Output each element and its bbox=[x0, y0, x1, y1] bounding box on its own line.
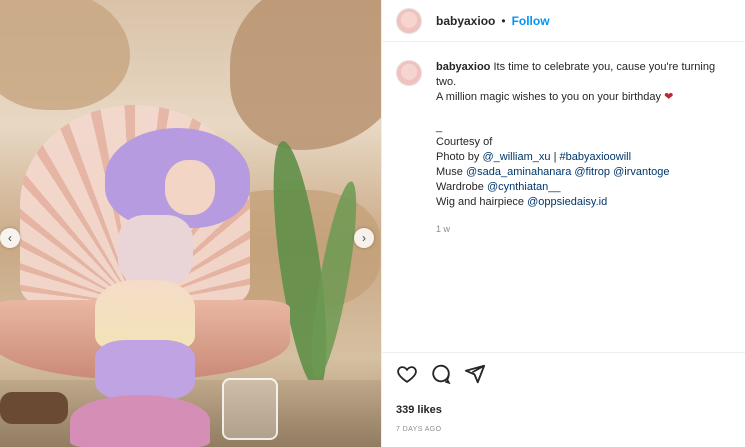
avatar[interactable] bbox=[396, 60, 422, 86]
heart-icon[interactable] bbox=[396, 363, 418, 390]
post-actions: 339 likes 7 DAYS AGO bbox=[382, 352, 745, 447]
caption-muse: Muse @sada_aminahanara @fitrop @irvantog… bbox=[436, 165, 731, 180]
mention-link[interactable]: @irvantoge bbox=[613, 166, 669, 178]
chevron-right-icon[interactable]: › bbox=[354, 228, 374, 248]
caption-line: A million magic wishes to you on your bi… bbox=[436, 91, 661, 103]
caption-courtesy: Courtesy of bbox=[436, 136, 493, 148]
caption-label: Muse bbox=[436, 166, 463, 178]
separator-dot: • bbox=[501, 13, 506, 28]
photo-backdrop-paper bbox=[0, 0, 130, 110]
caption-separator: | bbox=[553, 151, 557, 163]
caption-underscore: _ bbox=[436, 121, 443, 133]
heart-emoji-icon: ❤ bbox=[664, 91, 674, 103]
caption-label: Wardrobe bbox=[436, 181, 484, 193]
post-photo[interactable]: ‹ › bbox=[0, 0, 381, 447]
photo-log bbox=[0, 392, 68, 424]
mention-link[interactable]: @sada_aminahanara bbox=[466, 166, 571, 178]
mention-link[interactable]: @fitrop bbox=[574, 166, 610, 178]
action-icons bbox=[382, 353, 745, 390]
chevron-left-icon[interactable]: ‹ bbox=[0, 228, 20, 248]
mention-link[interactable]: @cynthiatan__ bbox=[487, 181, 561, 193]
hashtag-link[interactable]: #babyaxioowill bbox=[560, 151, 632, 163]
photo-mermaid-tail bbox=[95, 340, 195, 400]
share-icon[interactable] bbox=[464, 363, 486, 390]
photo-child-face bbox=[165, 160, 215, 215]
likes-count[interactable]: 339 likes bbox=[382, 390, 745, 416]
mention-link[interactable]: @_william_xu bbox=[482, 151, 550, 163]
mention-link[interactable]: @oppsiedaisy.id bbox=[527, 196, 607, 208]
post-timestamp[interactable]: 7 DAYS AGO bbox=[382, 416, 745, 433]
caption-label: Photo by bbox=[436, 151, 480, 163]
post-side-panel: babyaxioo • Follow babyaxioo Its time to… bbox=[381, 0, 745, 447]
caption-username[interactable]: babyaxioo bbox=[436, 61, 490, 73]
avatar[interactable] bbox=[396, 7, 422, 34]
follow-button[interactable]: Follow bbox=[512, 14, 550, 28]
caption: babyaxioo Its time to celebrate you, cau… bbox=[382, 42, 745, 237]
caption-text: babyaxioo Its time to celebrate you, cau… bbox=[436, 60, 731, 237]
caption-wig: Wig and hairpiece @oppsiedaisy.id bbox=[436, 195, 731, 210]
photo-jar bbox=[222, 378, 278, 440]
caption-wardrobe: Wardrobe @cynthiatan__ bbox=[436, 180, 731, 195]
comment-icon[interactable] bbox=[430, 363, 452, 390]
photo-mermaid-fin bbox=[70, 395, 210, 447]
photo-backdrop-paper bbox=[230, 0, 381, 150]
photo-child-body bbox=[118, 215, 193, 285]
post-header: babyaxioo • Follow bbox=[382, 0, 745, 42]
caption-label: Wig and hairpiece bbox=[436, 196, 525, 208]
username[interactable]: babyaxioo bbox=[436, 14, 495, 28]
caption-time[interactable]: 1 w bbox=[436, 222, 731, 237]
caption-photo-by: Photo by @_william_xu | #babyaxioowill bbox=[436, 150, 731, 165]
